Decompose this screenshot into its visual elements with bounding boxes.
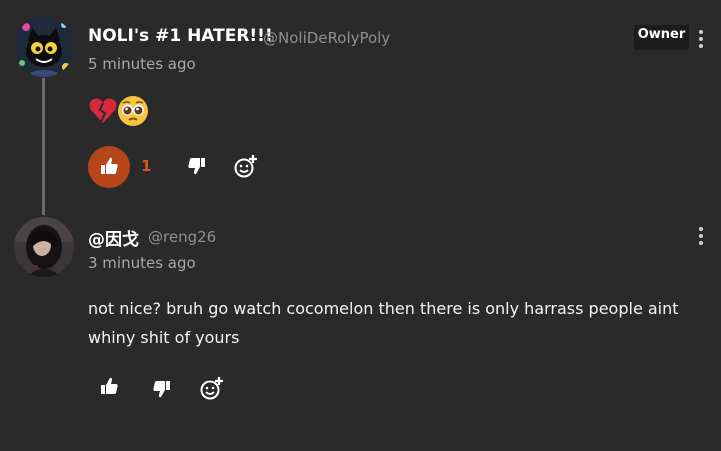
comment-handle[interactable]: @reng26 (148, 228, 216, 246)
like-button[interactable] (88, 146, 130, 188)
thumbs-down-icon (188, 158, 205, 175)
comment-username[interactable]: NOLI's #1 HATER!!! (88, 26, 273, 46)
owner-badge: Owner (634, 25, 689, 50)
avatar[interactable] (14, 17, 74, 77)
add-reaction-button[interactable] (199, 375, 225, 405)
photo-avatar-icon (14, 217, 74, 277)
comment-timestamp[interactable]: 5 minutes ago (88, 55, 196, 73)
cartoon-cat-avatar-icon (14, 17, 74, 77)
thumbs-down-icon (153, 381, 170, 398)
broken-heart-icon (88, 96, 118, 130)
like-count: 1 (141, 157, 152, 175)
more-options-icon[interactable] (694, 28, 708, 52)
thumbs-up-icon (101, 157, 118, 174)
pleading-face-icon (117, 95, 149, 131)
comment-username[interactable]: @因戈 (88, 225, 139, 250)
add-reaction-icon (234, 155, 257, 178)
thumbs-up-icon (101, 377, 118, 394)
dislike-button[interactable] (151, 377, 175, 405)
thread-line (42, 78, 45, 215)
comment-handle[interactable]: @NoliDeRolyPoly (263, 29, 390, 47)
comment-timestamp[interactable]: 3 minutes ago (88, 254, 196, 272)
avatar[interactable] (14, 217, 74, 277)
add-reaction-icon (200, 377, 223, 400)
comment-text: not nice? bruh go watch cocomelon then t… (88, 299, 679, 347)
add-reaction-button[interactable] (233, 153, 259, 183)
more-options-icon[interactable] (694, 225, 708, 249)
like-button[interactable] (98, 375, 122, 403)
dislike-button[interactable] (186, 154, 210, 182)
